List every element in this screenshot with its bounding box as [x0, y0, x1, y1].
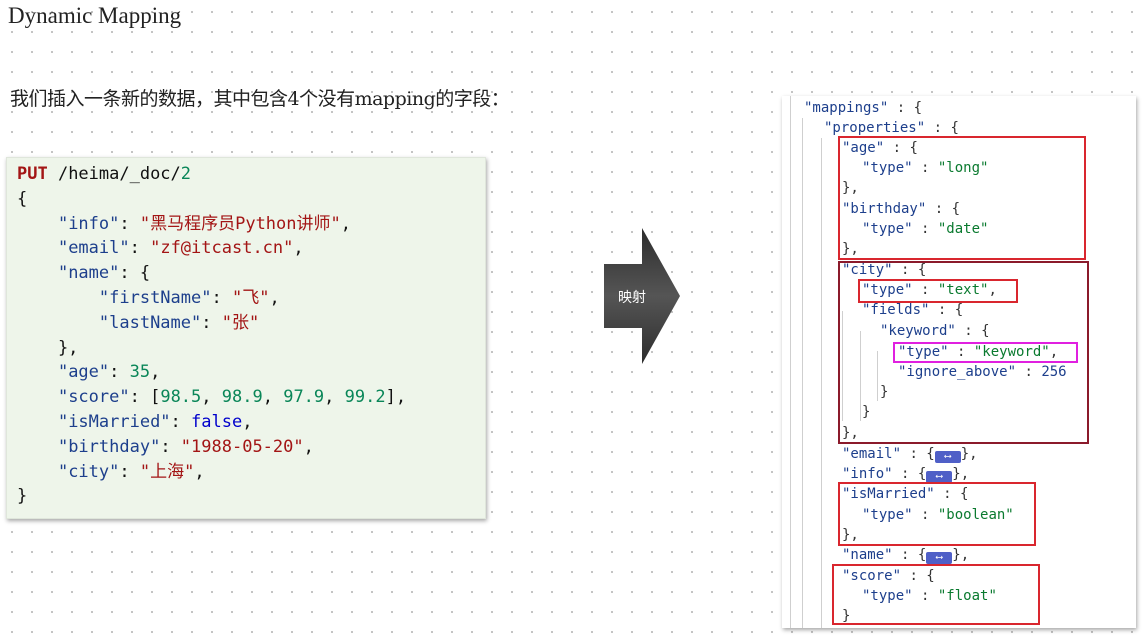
name-key: "name" [842, 547, 893, 563]
highlight-score [832, 564, 1040, 625]
slide-title: Dynamic Mapping [8, 3, 182, 28]
mappings-key: "mappings" [804, 100, 889, 116]
score-value-2: 98.9 [221, 387, 263, 408]
birthday-value: "1988-05-20" [180, 436, 304, 457]
request-path: /heima/_doc/ [47, 164, 181, 184]
request-code-panel: PUT /heima/_doc/2 { "info": "黑马程序员Python… [6, 157, 486, 519]
request-code: PUT /heima/_doc/2 { "info": "黑马程序员Python… [17, 164, 407, 507]
mapping-json-panel: "mappings" : { "properties" : { "age" : … [782, 96, 1136, 628]
score-value-4: 99.2 [344, 387, 386, 408]
highlight-age-birthday [838, 136, 1086, 260]
info-key: "info" [842, 466, 893, 482]
properties-key: "properties" [824, 120, 926, 136]
arrow-label: 映射 [618, 290, 646, 306]
collapsed-object-icon[interactable]: ⟷ [926, 552, 953, 564]
intro-text: 我们插入一条新的数据，其中包含4个没有mapping的字段： [10, 88, 510, 110]
highlight-ismarried [838, 482, 1036, 546]
email-key: "email" [842, 446, 902, 462]
age-value: 35 [129, 362, 151, 383]
highlight-city-type [858, 279, 1018, 303]
firstname-value: "飞" [231, 287, 270, 308]
collapsed-object-icon[interactable]: ⟷ [934, 451, 961, 463]
lastname-value: "张" [221, 312, 260, 333]
http-method: PUT [17, 164, 48, 184]
city-value: "上海" [139, 461, 195, 482]
info-value: "黑马程序员Python讲师" [139, 213, 341, 234]
doc-id: 2 [180, 164, 192, 184]
score-value-3: 97.9 [283, 387, 325, 408]
email-value: "zf@itcast.cn" [150, 238, 294, 259]
highlight-keyword-type [893, 342, 1078, 363]
score-value-1: 98.5 [160, 387, 202, 408]
ismarried-value: false [191, 411, 243, 432]
